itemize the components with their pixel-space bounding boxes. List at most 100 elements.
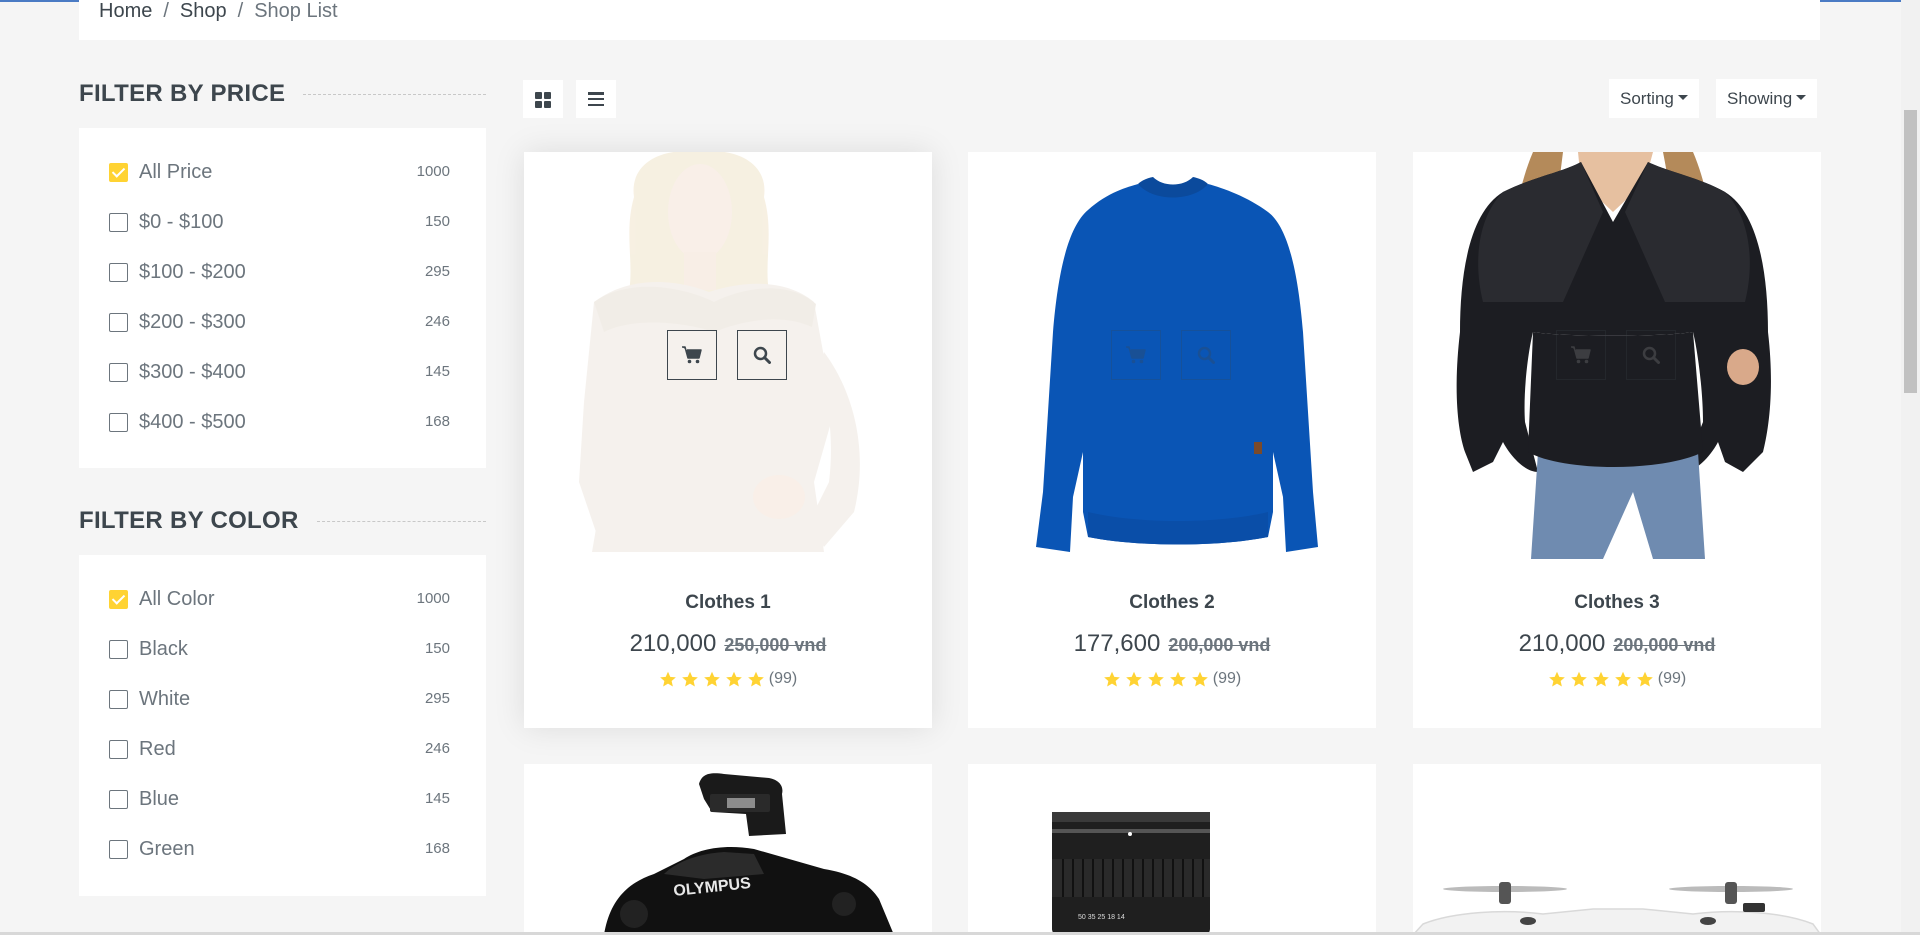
list-view-button[interactable] bbox=[576, 80, 616, 118]
filter-option[interactable]: All Color 1000 bbox=[109, 587, 450, 637]
filter-checkbox[interactable] bbox=[109, 740, 128, 759]
filter-checkbox[interactable] bbox=[109, 313, 128, 332]
showing-label: Showing bbox=[1727, 88, 1793, 108]
grid-view-button[interactable] bbox=[523, 80, 563, 118]
product-card[interactable]: 50 35 25 18 14 bbox=[968, 764, 1376, 935]
rating-row: (99) bbox=[968, 670, 1376, 688]
filter-option[interactable]: All Price 1000 bbox=[109, 160, 450, 210]
filter-option[interactable]: Blue 145 bbox=[109, 787, 450, 837]
filter-option-count: 295 bbox=[424, 690, 450, 707]
filter-option-label[interactable]: $100 - $200 bbox=[139, 260, 246, 284]
product-card[interactable]: Clothes 3 210,000 200,000 vnd (99) bbox=[1413, 152, 1821, 728]
sorting-dropdown[interactable]: Sorting bbox=[1609, 79, 1699, 118]
filter-option-label[interactable]: $200 - $300 bbox=[139, 310, 246, 334]
caret-down-icon bbox=[1796, 95, 1807, 100]
filter-checkbox[interactable] bbox=[109, 413, 128, 432]
filter-option-label[interactable]: $300 - $400 bbox=[139, 360, 246, 384]
filter-option-count: 246 bbox=[424, 313, 450, 330]
product-card[interactable] bbox=[1413, 764, 1821, 935]
add-to-cart-button[interactable] bbox=[1556, 330, 1606, 380]
filter-option-label[interactable]: All Price bbox=[139, 160, 212, 184]
product-price: 177,600 bbox=[1073, 630, 1161, 657]
filter-option[interactable]: $400 - $500 168 bbox=[109, 410, 450, 460]
filter-option-label[interactable]: $400 - $500 bbox=[139, 410, 246, 434]
filter-checkbox[interactable] bbox=[109, 790, 128, 809]
filter-checkbox[interactable] bbox=[109, 640, 128, 659]
filter-checkbox[interactable] bbox=[109, 690, 128, 709]
star-icon bbox=[1191, 671, 1208, 687]
product-name[interactable]: Clothes 3 bbox=[1413, 592, 1821, 614]
search-icon bbox=[1642, 346, 1660, 364]
product-name[interactable]: Clothes 1 bbox=[524, 592, 932, 614]
add-to-cart-button[interactable] bbox=[667, 330, 717, 380]
product-card[interactable]: OLYMPUS bbox=[524, 764, 932, 935]
quick-view-button[interactable] bbox=[1181, 330, 1231, 380]
filter-option-label[interactable]: Green bbox=[139, 837, 195, 861]
rating-count: (99) bbox=[1212, 670, 1242, 687]
breadcrumb-current: Shop List bbox=[254, 0, 338, 22]
product-card[interactable]: Clothes 1 210,000 250,000 vnd (99) bbox=[524, 152, 932, 728]
cart-icon bbox=[682, 346, 702, 364]
filter-option[interactable]: White 295 bbox=[109, 687, 450, 737]
price-row: 177,600 200,000 vnd bbox=[968, 630, 1376, 658]
svg-text:50 35 25 18 14: 50 35 25 18 14 bbox=[1078, 914, 1125, 921]
filter-checkbox[interactable] bbox=[109, 263, 128, 282]
filter-color-title: Filter by color bbox=[79, 507, 486, 535]
breadcrumb-home[interactable]: Home bbox=[99, 0, 152, 22]
filter-checkbox[interactable] bbox=[109, 163, 128, 182]
filter-option[interactable]: Red 246 bbox=[109, 737, 450, 787]
filter-option-count: 1000 bbox=[416, 590, 450, 607]
filter-option-label[interactable]: Blue bbox=[139, 787, 179, 811]
breadcrumb-shop[interactable]: Shop bbox=[180, 0, 227, 22]
filter-option-count: 145 bbox=[424, 790, 450, 807]
star-icon bbox=[703, 671, 720, 687]
filter-option-count: 150 bbox=[424, 640, 450, 657]
filter-option-label[interactable]: Red bbox=[139, 737, 176, 761]
grid-icon bbox=[535, 91, 551, 108]
filter-option-label[interactable]: All Color bbox=[139, 587, 215, 611]
filter-option[interactable]: $100 - $200 295 bbox=[109, 260, 450, 310]
price-filter-box: All Price 1000 $0 - $100 150 $100 - $200 295 $… bbox=[79, 128, 486, 468]
product-image[interactable] bbox=[968, 152, 1376, 559]
quick-view-button[interactable] bbox=[737, 330, 787, 380]
quick-view-button[interactable] bbox=[1626, 330, 1676, 380]
filter-option[interactable]: $200 - $300 246 bbox=[109, 310, 450, 360]
filter-checkbox[interactable] bbox=[109, 213, 128, 232]
search-icon bbox=[753, 346, 771, 364]
product-card[interactable]: Clothes 2 177,600 200,000 vnd (99) bbox=[968, 152, 1376, 728]
filter-option-count: 168 bbox=[424, 840, 450, 857]
filter-checkbox[interactable] bbox=[109, 840, 128, 859]
filter-option[interactable]: $0 - $100 150 bbox=[109, 210, 450, 260]
filter-option[interactable]: Black 150 bbox=[109, 637, 450, 687]
star-icon bbox=[1570, 671, 1587, 687]
scrollbar-thumb[interactable] bbox=[1904, 110, 1917, 393]
filter-option-label[interactable]: $0 - $100 bbox=[139, 210, 224, 234]
product-name[interactable]: Clothes 2 bbox=[968, 592, 1376, 614]
product-price: 210,000 bbox=[629, 630, 717, 657]
price-row: 210,000 250,000 vnd bbox=[524, 630, 932, 658]
filter-option-label[interactable]: Black bbox=[139, 637, 188, 661]
filter-option[interactable]: $300 - $400 145 bbox=[109, 360, 450, 410]
star-icon bbox=[659, 671, 676, 687]
star-icon bbox=[1548, 671, 1565, 687]
product-photo-blue-sweatshirt bbox=[1036, 177, 1318, 552]
filter-checkbox[interactable] bbox=[109, 590, 128, 609]
filter-option-label[interactable]: White bbox=[139, 687, 190, 711]
star-icon bbox=[1614, 671, 1631, 687]
page-scrollbar[interactable] bbox=[1901, 0, 1920, 935]
rating-count: (99) bbox=[768, 670, 798, 687]
filter-option-count: 145 bbox=[424, 363, 450, 380]
filter-option-count: 246 bbox=[424, 740, 450, 757]
filter-checkbox[interactable] bbox=[109, 363, 128, 382]
title-divider bbox=[303, 93, 486, 95]
filter-option[interactable]: Green 168 bbox=[109, 837, 450, 887]
color-filter-box: All Color 1000 Black 150 White 295 Red 246 Blue 1… bbox=[79, 555, 486, 896]
showing-dropdown[interactable]: Showing bbox=[1716, 79, 1818, 118]
product-image[interactable] bbox=[524, 152, 932, 559]
star-icon bbox=[1592, 671, 1609, 687]
filter-option-count: 1000 bbox=[416, 163, 450, 180]
product-image[interactable] bbox=[1413, 152, 1821, 559]
add-to-cart-button[interactable] bbox=[1111, 330, 1161, 380]
filter-color-heading: Filter by color bbox=[79, 507, 299, 534]
star-icon bbox=[1103, 671, 1120, 687]
